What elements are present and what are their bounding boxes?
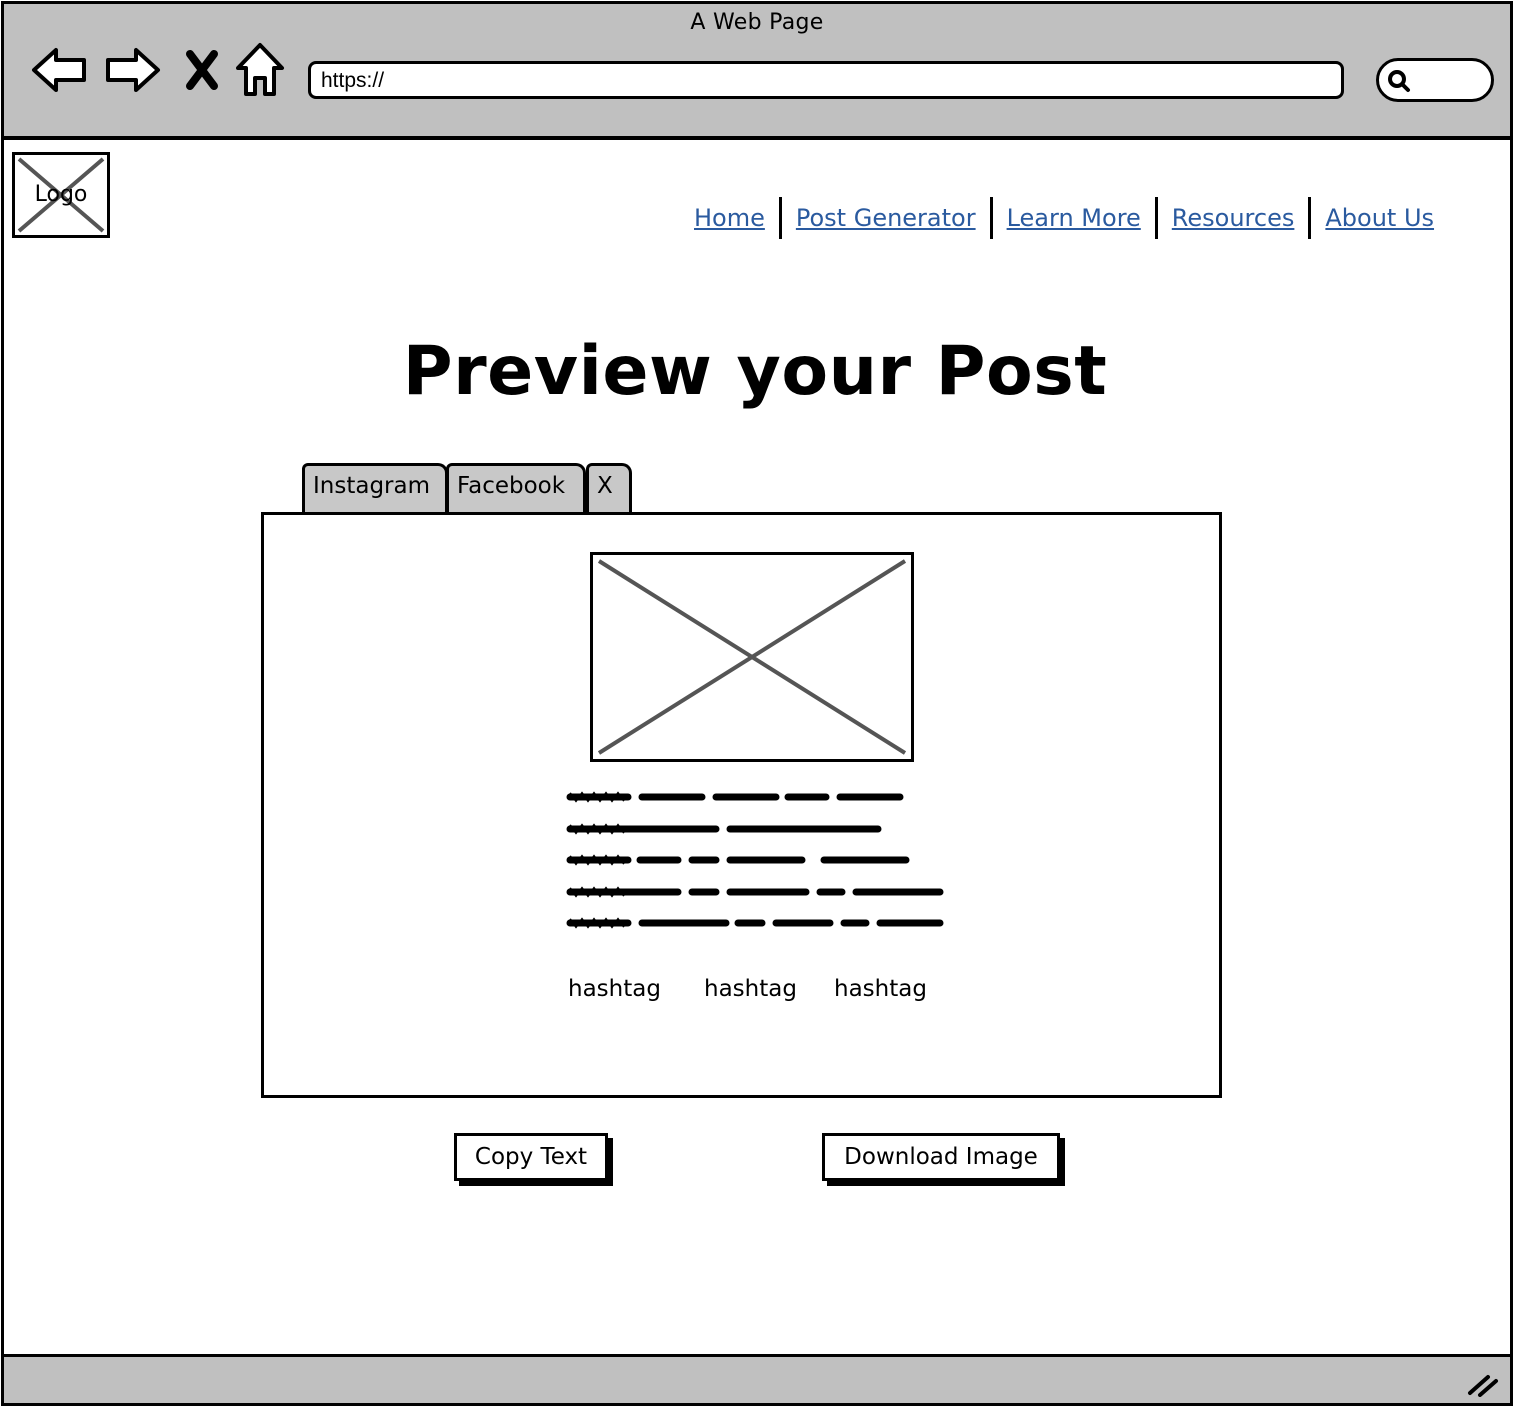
nav-link-about-us[interactable]: About Us (1311, 204, 1448, 232)
post-image-placeholder (590, 552, 914, 762)
browser-status-bar (1, 1354, 1513, 1406)
nav-link-home[interactable]: Home (680, 204, 779, 232)
tab-instagram[interactable]: Instagram (302, 463, 448, 512)
browser-toolbar: A Web Page https:// (1, 1, 1513, 140)
forward-arrow-icon[interactable] (102, 42, 162, 98)
hashtag-item: hashtag (704, 976, 797, 1002)
back-arrow-icon[interactable] (30, 42, 90, 98)
url-text: https:// (321, 69, 385, 92)
copy-text-button[interactable]: Copy Text (454, 1133, 608, 1181)
nav-link-post-generator[interactable]: Post Generator (782, 204, 990, 232)
home-icon[interactable] (234, 40, 286, 102)
search-icon (1388, 70, 1410, 92)
hashtag-item: hashtag (568, 976, 661, 1002)
hashtag-item: hashtag (834, 976, 927, 1002)
logo-text: Logo (34, 182, 88, 207)
download-image-button[interactable]: Download Image (822, 1133, 1060, 1181)
top-navigation: Home Post Generator Learn More Resources… (680, 196, 1448, 240)
post-caption-scribble (566, 791, 944, 929)
address-bar[interactable]: https:// (308, 61, 1344, 99)
stop-icon[interactable] (182, 48, 222, 92)
nav-link-learn-more[interactable]: Learn More (993, 204, 1155, 232)
site-logo[interactable]: Logo (12, 152, 110, 238)
nav-link-resources[interactable]: Resources (1158, 204, 1309, 232)
resize-grip-icon[interactable] (1466, 1371, 1500, 1397)
tab-facebook[interactable]: Facebook (446, 463, 586, 512)
browser-search-field[interactable] (1376, 58, 1494, 102)
page-title: Preview your Post (402, 332, 1108, 411)
tab-x[interactable]: X (586, 463, 632, 512)
window-title: A Web Page (690, 10, 824, 35)
image-placeholder-icon (597, 559, 907, 755)
